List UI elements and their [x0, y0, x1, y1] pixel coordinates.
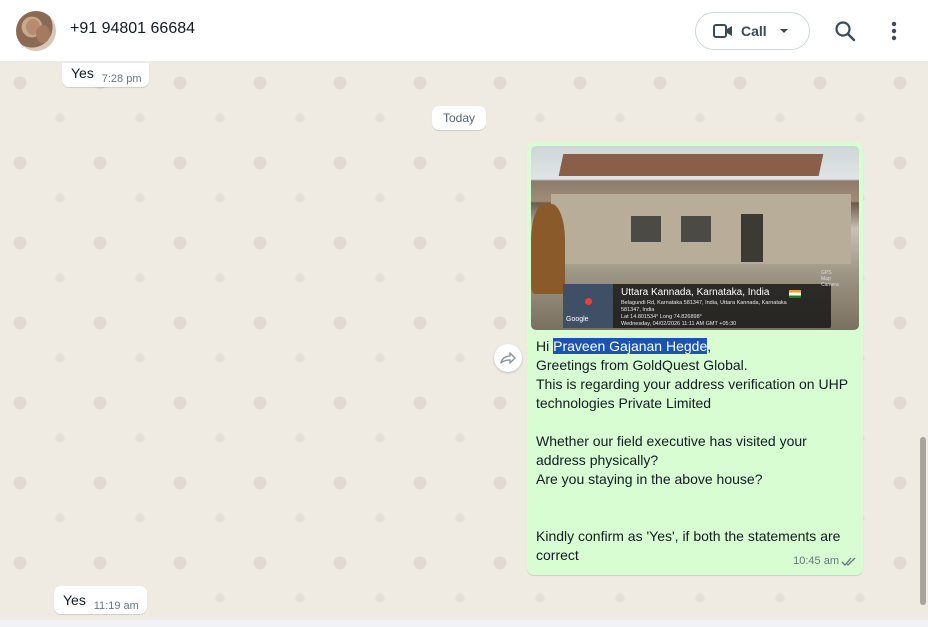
message-line: [536, 489, 858, 508]
date-separator: Today: [432, 106, 487, 130]
greeting-line: Hi Praveen Gajanan Hegde,: [536, 338, 712, 354]
message-line: Are you staying in the above house?: [536, 471, 763, 487]
selected-name: Praveen Gajanan Hegde: [553, 338, 708, 354]
message-photo[interactable]: Google GPS Map Camera Uttara Kannada, Ka…: [531, 146, 859, 330]
message-line: Greetings from GoldQuest Global.: [536, 357, 748, 373]
more-vertical-icon[interactable]: [884, 18, 904, 44]
chevron-down-icon[interactable]: [778, 26, 790, 36]
call-button-label: Call: [741, 23, 767, 39]
forward-icon: [500, 352, 516, 364]
outgoing-message[interactable]: Google GPS Map Camera Uttara Kannada, Ka…: [527, 142, 863, 575]
gps-address-line: 581347, India: [621, 307, 655, 313]
camera-brand: GPS Map Camera: [821, 270, 839, 288]
message-line: This is regarding your address verificat…: [536, 376, 848, 411]
message-line: Whether our field executive has visited …: [536, 433, 807, 468]
message-time: 7:28 pm: [101, 73, 142, 85]
chat-messages-pane[interactable]: Yes 7:28 pm Today Google GPS Map Camera …: [0, 63, 928, 627]
search-icon[interactable]: [834, 20, 856, 42]
double-check-icon: [841, 557, 856, 566]
message-line: [536, 508, 858, 527]
composer-edge: [0, 620, 928, 627]
map-thumbnail: Google: [563, 284, 613, 328]
contact-name[interactable]: +91 94801 66684: [70, 20, 195, 38]
forward-button[interactable]: [494, 344, 522, 372]
incoming-message-earlier[interactable]: Yes 7:28 pm: [62, 63, 150, 87]
chat-header: +91 94801 66684 Call: [0, 0, 928, 62]
message-line: [536, 413, 858, 432]
gps-overlay: Google GPS Map Camera Uttara Kannada, Ka…: [563, 270, 839, 328]
map-pin-icon: [585, 298, 592, 305]
message-time: 11:19 am: [93, 600, 139, 612]
incoming-message-latest[interactable]: Yes 11:19 am: [54, 586, 147, 614]
message-text: Yes: [63, 592, 86, 608]
message-body: Hi Praveen Gajanan Hegde, Greetings from…: [536, 337, 858, 565]
gps-address-line: Belagundi Rd, Karnataka 581347, India, U…: [621, 300, 787, 306]
message-time: 10:45 am: [793, 555, 839, 567]
gps-datetime: Wednesday, 04/02/2026 11:11 AM GMT +05:3…: [621, 321, 737, 327]
chat-scrollbar[interactable]: [920, 437, 926, 605]
call-button[interactable]: Call: [695, 12, 810, 50]
video-camera-icon: [713, 24, 732, 38]
contact-avatar[interactable]: [16, 11, 56, 51]
gps-coordinates: Lat 14.801534° Long 74.826898°: [621, 314, 702, 320]
india-flag-icon: [789, 290, 801, 298]
gps-location-title: Uttara Kannada, Karnataka, India: [621, 287, 770, 298]
message-text: Yes: [71, 65, 94, 81]
